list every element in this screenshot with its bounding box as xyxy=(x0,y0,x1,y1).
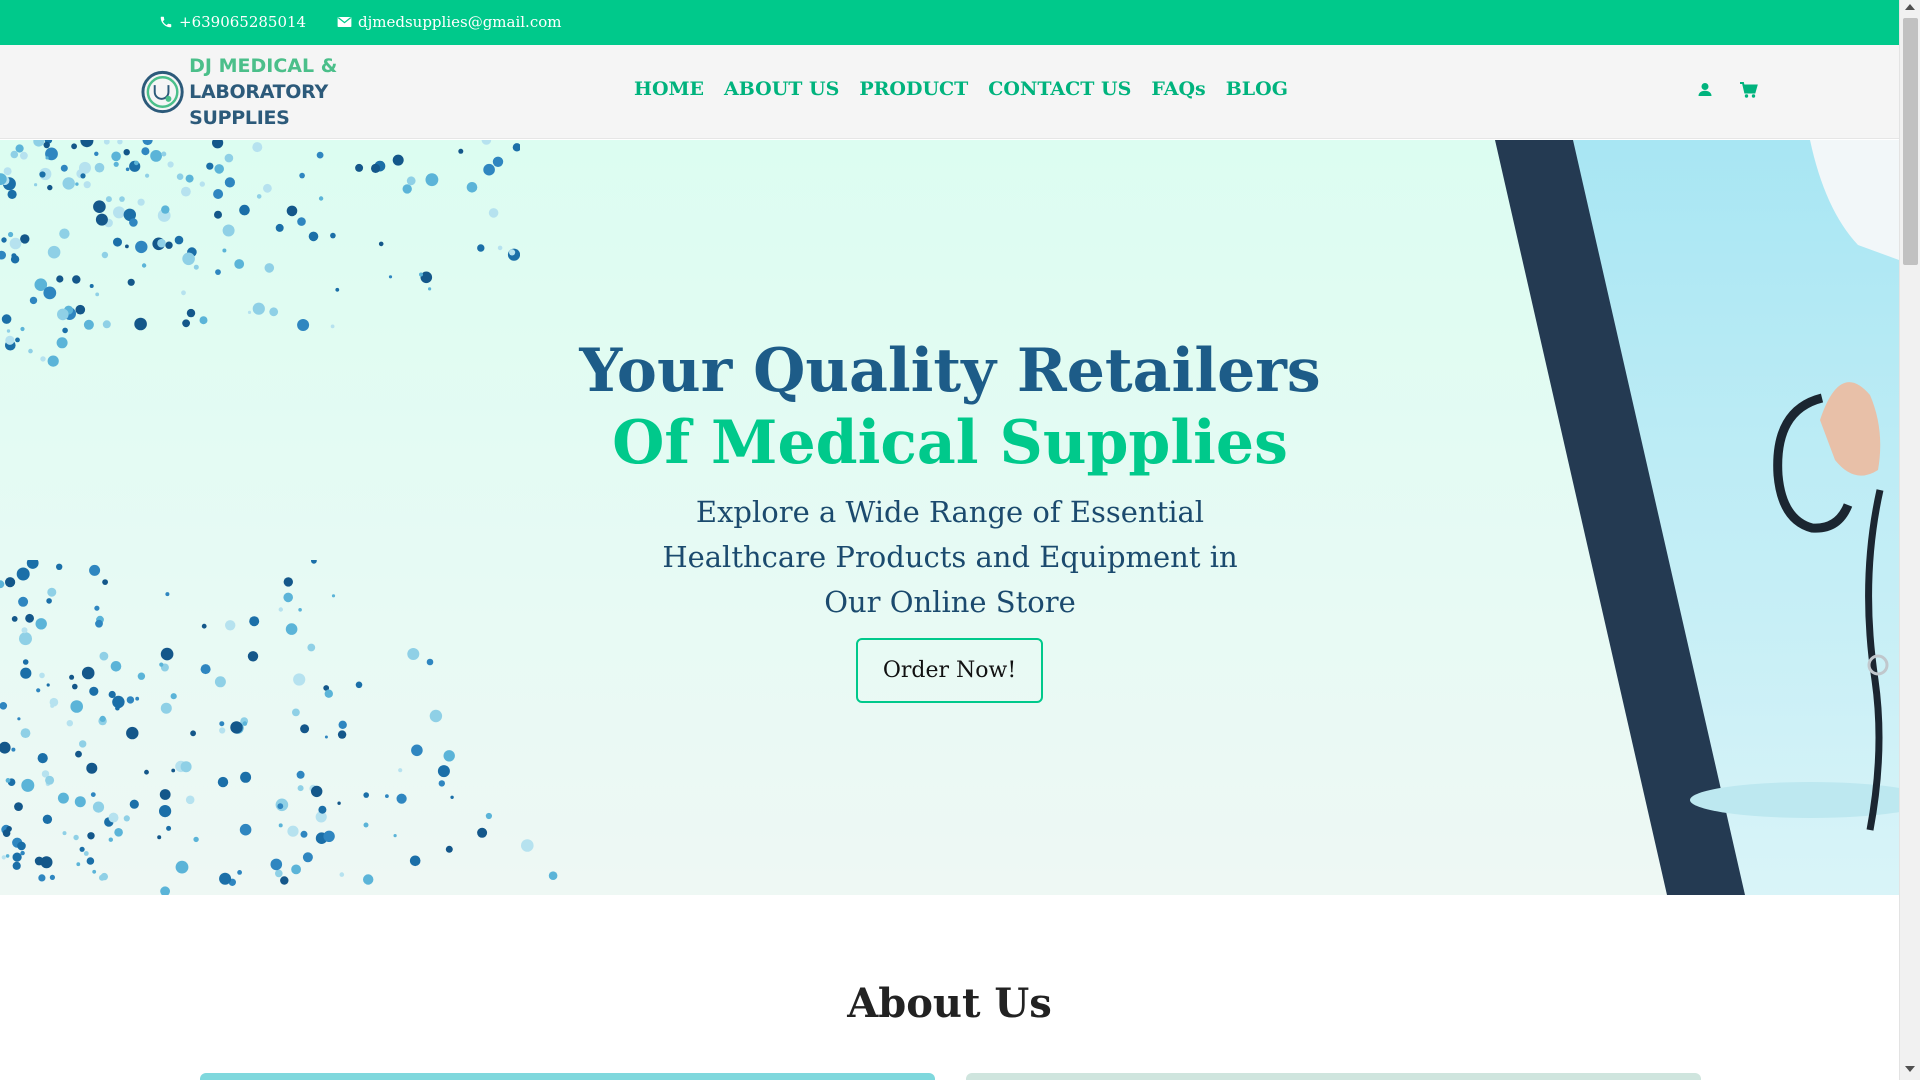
phone-number: +639065285014 xyxy=(179,13,307,31)
envelope-icon xyxy=(337,17,352,27)
nav-contact-us[interactable]: CONTACT US xyxy=(988,78,1131,100)
nav-blog[interactable]: BLOG xyxy=(1226,78,1288,100)
logo-text: DJ MEDICAL & LABORATORY SUPPLIES xyxy=(189,53,430,131)
site-logo[interactable]: DJ MEDICAL & LABORATORY SUPPLIES xyxy=(140,55,430,129)
hero-title-line-2: Of Medical Supplies xyxy=(612,408,1288,478)
scrollbar-thumb[interactable] xyxy=(1903,18,1918,265)
page: +639065285014 djmedsupplies@gmail.com DJ… xyxy=(0,0,1899,1080)
stethoscope-logo-icon xyxy=(141,70,184,114)
logo-line-2: LABORATORY SUPPLIES xyxy=(189,81,328,129)
user-icon[interactable] xyxy=(1695,80,1715,100)
hero-subtitle: Explore a Wide Range of Essential Health… xyxy=(662,495,1238,619)
about-card-left xyxy=(200,1073,935,1080)
main-nav: HOME ABOUT US PRODUCT CONTACT US FAQs BL… xyxy=(634,78,1308,100)
hero-title: Your Quality Retailers Of Medical Suppli… xyxy=(550,335,1350,479)
phone-link[interactable]: +639065285014 xyxy=(159,13,306,31)
hero-title-line-1: Your Quality Retailers xyxy=(579,336,1321,406)
page-scrollbar[interactable] xyxy=(1899,0,1920,1080)
email-address: djmedsupplies@gmail.com xyxy=(358,13,562,31)
nav-faqs[interactable]: FAQs xyxy=(1151,78,1205,100)
nav-about-us[interactable]: ABOUT US xyxy=(724,78,839,100)
phone-icon xyxy=(160,16,172,28)
scroll-up-arrow-icon[interactable] xyxy=(1905,4,1915,10)
scroll-down-arrow-icon[interactable] xyxy=(1905,1066,1915,1072)
logo-line-1: DJ MEDICAL & xyxy=(189,55,338,77)
cart-icon[interactable] xyxy=(1739,80,1759,100)
about-card-right xyxy=(966,1073,1701,1080)
about-us-heading: About Us xyxy=(847,980,1052,1027)
site-header: DJ MEDICAL & LABORATORY SUPPLIES HOME AB… xyxy=(0,45,1899,139)
nav-product[interactable]: PRODUCT xyxy=(859,78,968,100)
nav-home[interactable]: HOME xyxy=(634,78,704,100)
contact-bar: +639065285014 djmedsupplies@gmail.com xyxy=(0,0,1899,45)
order-now-button[interactable]: Order Now! xyxy=(856,638,1043,703)
email-link[interactable]: djmedsupplies@gmail.com xyxy=(337,13,561,31)
hero-banner: Your Quality Retailers Of Medical Suppli… xyxy=(0,140,1899,895)
